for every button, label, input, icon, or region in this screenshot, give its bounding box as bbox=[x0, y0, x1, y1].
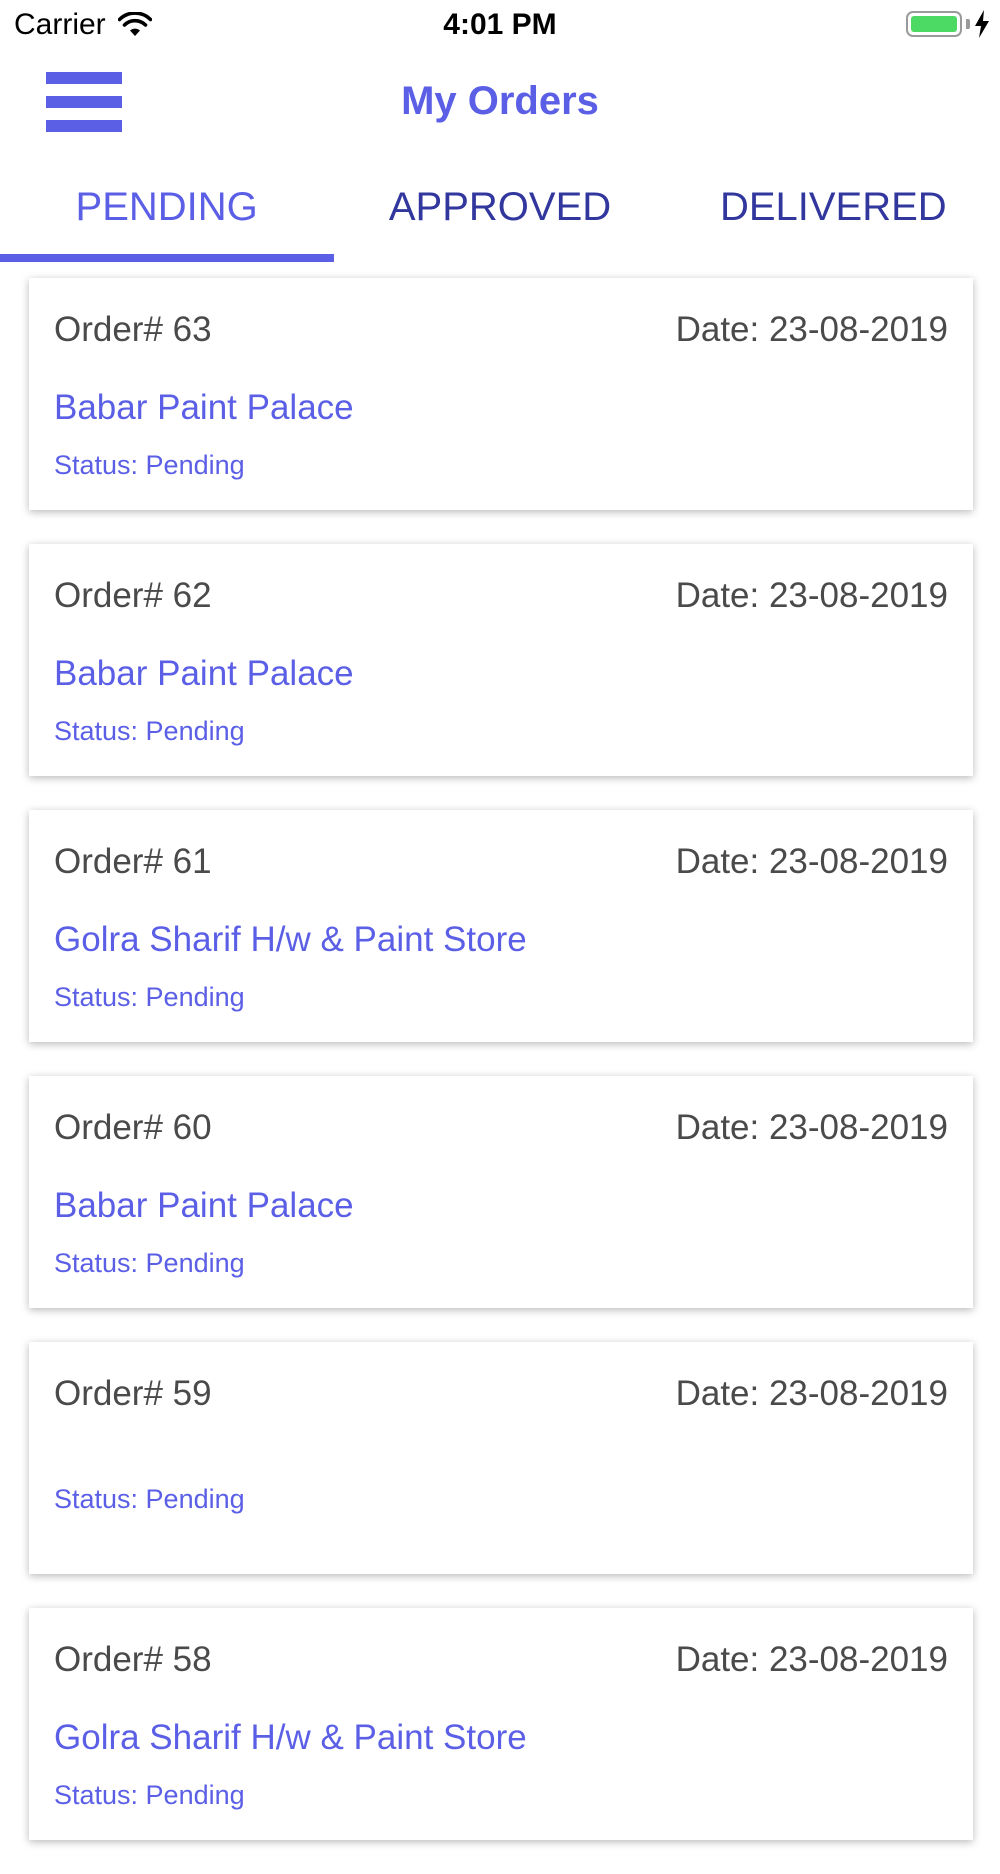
tab-delivered-label: DELIVERED bbox=[719, 185, 947, 229]
status-bar: Carrier 4:01 PM bbox=[0, 0, 1000, 50]
tab-approved-label: APPROVED bbox=[388, 185, 612, 229]
order-status: Status: Pending bbox=[54, 1780, 245, 1810]
order-card[interactable]: Order# 59 Date: 23-08-2019 Status: Pendi… bbox=[29, 1342, 973, 1574]
order-status: Status: Pending bbox=[54, 1248, 245, 1278]
page-title: My Orders bbox=[401, 79, 599, 123]
store-name: Babar Paint Palace bbox=[54, 388, 354, 427]
active-tab-indicator bbox=[0, 254, 334, 262]
order-date: Date: 23-08-2019 bbox=[675, 842, 948, 881]
order-tabs: PENDING APPROVED DELIVERED bbox=[0, 172, 1000, 262]
order-card[interactable]: Order# 61 Date: 23-08-2019 Golra Sharif … bbox=[29, 810, 973, 1042]
order-date: Date: 23-08-2019 bbox=[675, 1108, 948, 1147]
tab-approved[interactable]: APPROVED bbox=[333, 172, 666, 262]
store-name: Babar Paint Palace bbox=[54, 1186, 354, 1225]
battery-icon bbox=[906, 11, 962, 37]
store-name: Babar Paint Palace bbox=[54, 654, 354, 693]
order-number: Order# 61 bbox=[54, 842, 212, 881]
order-number: Order# 63 bbox=[54, 310, 212, 349]
order-date: Date: 23-08-2019 bbox=[675, 1640, 948, 1679]
charging-bolt-icon bbox=[975, 10, 989, 38]
tab-pending-label: PENDING bbox=[75, 185, 258, 229]
status-time: 4:01 PM bbox=[443, 8, 557, 41]
order-card[interactable]: Order# 60 Date: 23-08-2019 Babar Paint P… bbox=[29, 1076, 973, 1308]
order-date: Date: 23-08-2019 bbox=[675, 576, 948, 615]
store-name: Golra Sharif H/w & Paint Store bbox=[54, 920, 527, 959]
order-card[interactable]: Order# 58 Date: 23-08-2019 Golra Sharif … bbox=[29, 1608, 973, 1840]
battery-fill bbox=[911, 16, 957, 32]
order-status: Status: Pending bbox=[54, 1484, 245, 1514]
order-number: Order# 59 bbox=[54, 1374, 212, 1413]
order-card[interactable]: Order# 62 Date: 23-08-2019 Babar Paint P… bbox=[29, 544, 973, 776]
battery-cap bbox=[966, 19, 970, 29]
battery-group bbox=[906, 10, 990, 38]
order-card[interactable]: Order# 63 Date: 23-08-2019 Babar Paint P… bbox=[29, 278, 973, 510]
order-date: Date: 23-08-2019 bbox=[675, 310, 948, 349]
tab-delivered[interactable]: DELIVERED bbox=[667, 172, 1000, 262]
app-header: My Orders bbox=[0, 50, 1000, 154]
order-number: Order# 58 bbox=[54, 1640, 212, 1679]
store-name: Golra Sharif H/w & Paint Store bbox=[54, 1718, 527, 1757]
order-date: Date: 23-08-2019 bbox=[675, 1374, 948, 1413]
order-status: Status: Pending bbox=[54, 982, 245, 1012]
tab-pending[interactable]: PENDING bbox=[0, 172, 334, 262]
order-number: Order# 60 bbox=[54, 1108, 212, 1147]
order-number: Order# 62 bbox=[54, 576, 212, 615]
order-list: Order# 63 Date: 23-08-2019 Babar Paint P… bbox=[29, 278, 973, 1874]
order-status: Status: Pending bbox=[54, 716, 245, 746]
order-status: Status: Pending bbox=[54, 450, 245, 480]
